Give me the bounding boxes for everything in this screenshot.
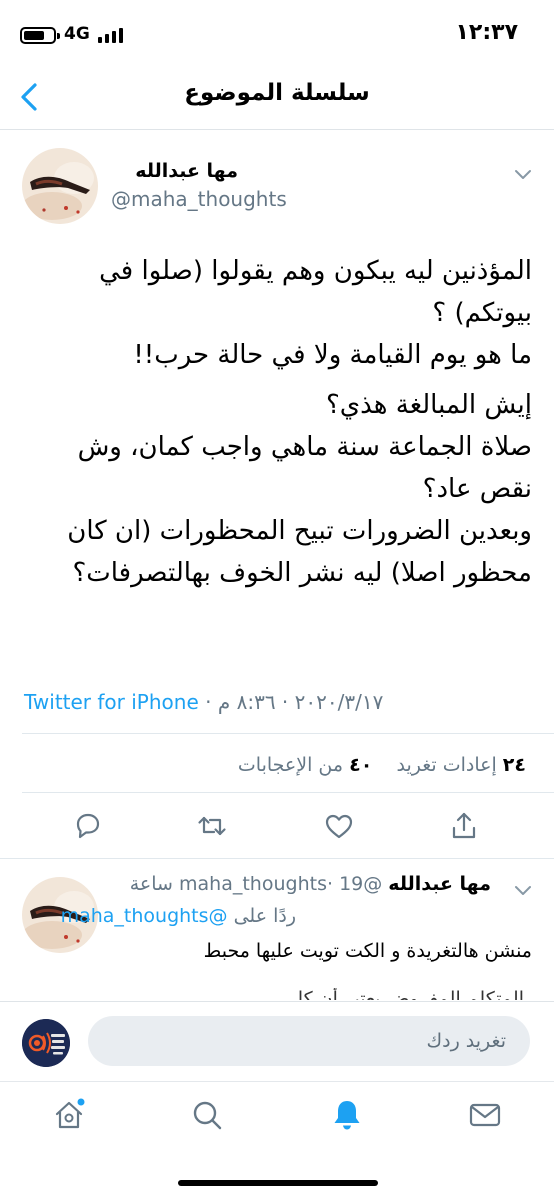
tweet-line: وبعدين الضرورات تبيح المحظورات (ان كان م…: [67, 516, 532, 588]
battery-icon: [20, 27, 60, 44]
share-icon[interactable]: [448, 810, 480, 842]
user-avatar[interactable]: [22, 1019, 70, 1067]
home-indicator[interactable]: [178, 1180, 378, 1186]
chevron-down-icon[interactable]: [512, 879, 534, 901]
tweet-line: المؤذنين ليه يبكون وهم يقولوا (صلوا في ب…: [99, 256, 532, 328]
author-name[interactable]: مها عبدالله: [135, 160, 238, 182]
tweet-meta: Twitter for iPhone · ٢٠٢٠/٣/١٧ · ٨:٣٦ م: [24, 690, 383, 714]
search-icon[interactable]: [190, 1098, 224, 1132]
divider: [0, 858, 554, 859]
tweet-stats: ٢٤ إعادات تغريد ٤٠ من الإعجابات: [238, 754, 526, 776]
retweets-stat[interactable]: ٢٤ إعادات تغريد: [396, 754, 526, 776]
divider: [22, 733, 554, 734]
reply-header: مها عبدالله @maha_thoughts· 19 ساعة: [111, 873, 491, 895]
nav-bar: سلسلة الموضوع: [0, 66, 554, 130]
tweet-time: ٨:٣٦ م: [217, 690, 276, 714]
likes-stat[interactable]: ٤٠ من الإعجابات: [238, 754, 372, 776]
divider: [22, 792, 554, 793]
replying-handle[interactable]: @maha_thoughts: [61, 905, 228, 927]
like-icon[interactable]: [323, 810, 355, 842]
replying-label: ردًا على: [233, 905, 296, 927]
status-time: ١٢:٣٧: [455, 20, 518, 45]
tweet-line: ما هو يوم القيامة ولا في حالة حرب!!: [133, 340, 532, 370]
signal-bars-icon: [98, 27, 124, 43]
reply-text: منشن هالتغريدة و الكت تويت عليها محبط: [203, 940, 532, 962]
reply-text-continued: المتكلم المفروض يعتبر أن كل: [289, 988, 524, 1000]
reply-composer: [0, 1001, 554, 1081]
tweet-source[interactable]: Twitter for iPhone: [24, 690, 199, 714]
retweet-icon[interactable]: [196, 810, 228, 842]
retweets-count: ٢٤: [502, 754, 526, 776]
tweet-date: ٢٠٢٠/٣/١٧: [294, 690, 384, 714]
reply-input[interactable]: [88, 1016, 530, 1066]
author-avatar[interactable]: [22, 148, 98, 224]
reply-icon[interactable]: [72, 810, 104, 842]
chevron-down-icon[interactable]: [512, 163, 534, 185]
notifications-icon[interactable]: [330, 1098, 364, 1132]
meta-separator: ·: [205, 690, 212, 714]
tweet-line: إيش المبالغة هذي؟: [326, 390, 532, 420]
page-title: سلسلة الموضوع: [184, 80, 370, 106]
network-type: 4G: [64, 24, 90, 44]
likes-count: ٤٠: [349, 754, 373, 776]
status-bar: 4G ١٢:٣٧: [0, 0, 554, 66]
author-handle[interactable]: @maha_thoughts: [111, 187, 287, 211]
reply-author-name[interactable]: مها عبدالله: [388, 873, 491, 895]
meta-separator: ·: [281, 690, 289, 714]
likes-label: من الإعجابات: [237, 754, 344, 776]
replying-to: ردًا على @maha_thoughts: [61, 905, 296, 927]
tweet-text: المؤذنين ليه يبكون وهم يقولوا (صلوا في ب…: [22, 250, 532, 594]
tweet-line: صلاة الجماعة سنة ماهي واجب كمان، وش نقص …: [77, 432, 532, 504]
messages-icon[interactable]: [468, 1098, 502, 1132]
meta-separator: ·: [326, 873, 334, 895]
home-icon[interactable]: [52, 1098, 86, 1132]
retweets-label: إعادات تغريد: [396, 754, 497, 776]
